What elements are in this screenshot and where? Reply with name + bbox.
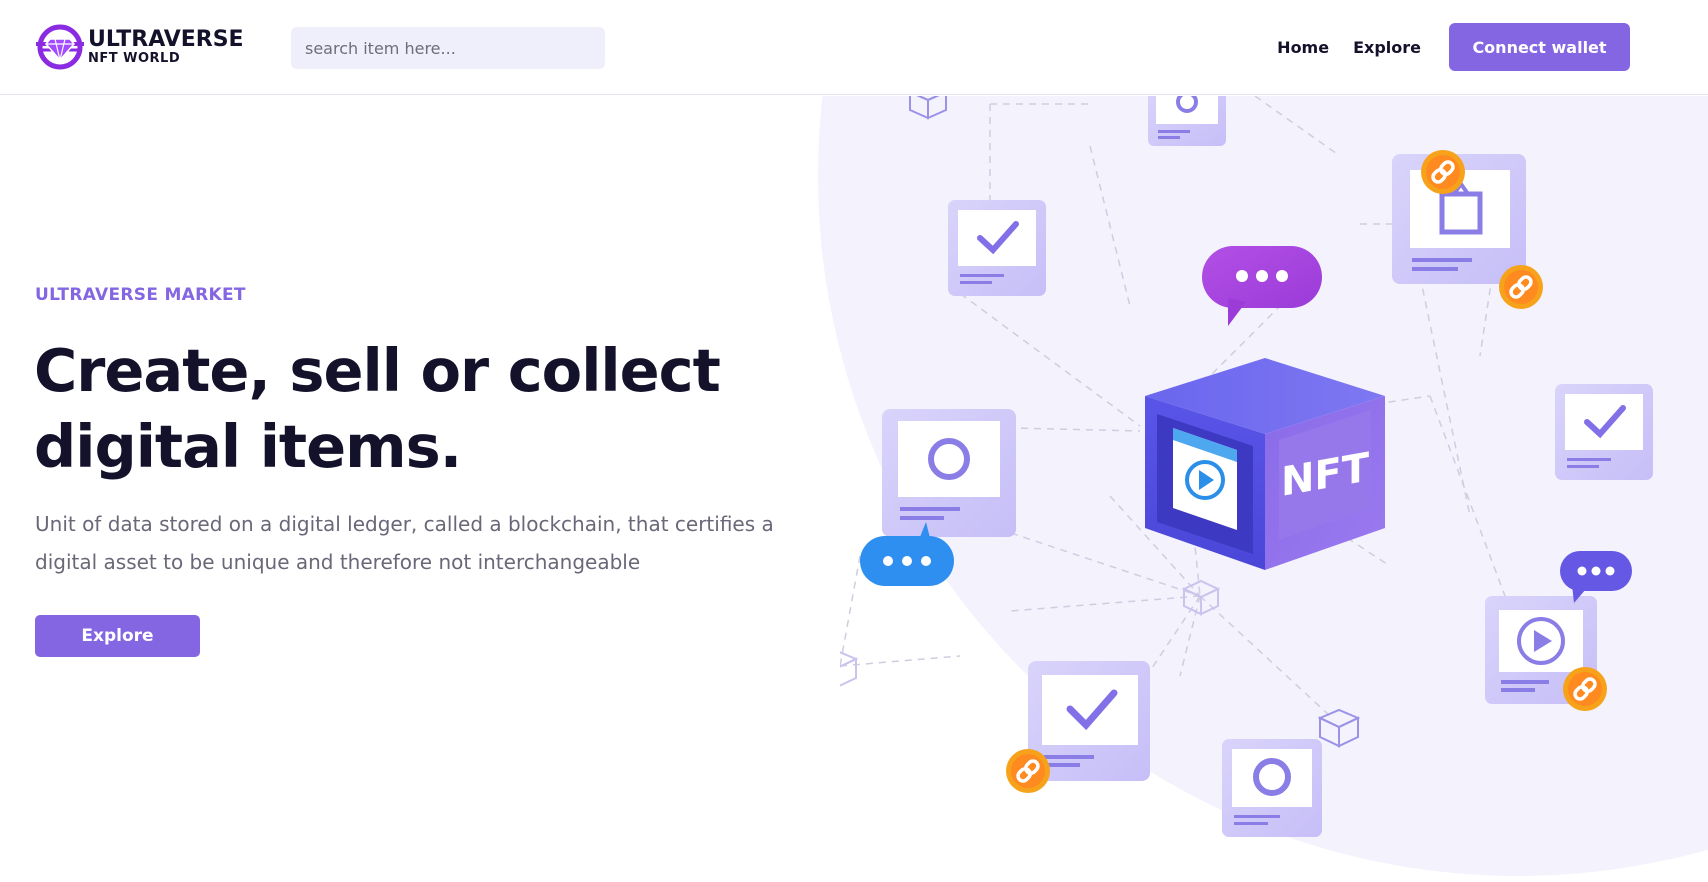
cube-icon: [909, 96, 947, 120]
hero-explore-button[interactable]: Explore: [35, 615, 200, 657]
nav-link-explore[interactable]: Explore: [1353, 38, 1421, 57]
main-nav: Home Explore Connect wallet: [1277, 23, 1630, 71]
image-card-icon: [1222, 739, 1322, 837]
chain-link-icon: [1499, 265, 1543, 309]
nav-link-home[interactable]: Home: [1277, 38, 1329, 57]
top-navbar: ULTRAVERSE NFT WORLD Home Explore Connec…: [0, 0, 1708, 95]
chat-bubble-icon: [1202, 246, 1322, 326]
diamond-logo-icon: [36, 24, 84, 70]
chain-link-icon: [1006, 749, 1050, 793]
brand-logo[interactable]: ULTRAVERSE NFT WORLD: [34, 22, 244, 72]
hero-eyebrow: ULTRAVERSE MARKET: [35, 285, 246, 305]
nft-cube-icon: NFT: [1145, 358, 1385, 570]
nft-network-illustration: NFT: [840, 96, 1653, 837]
check-card-icon: [948, 200, 1046, 296]
check-card-icon: [1555, 384, 1653, 480]
hero-headline: Create, sell or collect digital items.: [34, 336, 721, 481]
chain-link-icon: [1421, 150, 1465, 194]
cube-icon: [1317, 708, 1361, 748]
image-card-icon: [1148, 96, 1226, 146]
cube-icon: [1181, 579, 1221, 616]
chain-link-icon: [1563, 667, 1607, 711]
chat-bubble-icon: [1560, 551, 1632, 603]
connect-wallet-button[interactable]: Connect wallet: [1449, 23, 1630, 71]
search-input[interactable]: [291, 27, 605, 69]
hero-description: Unit of data stored on a digital ledger,…: [35, 512, 774, 574]
image-card-icon: [882, 409, 1016, 537]
cube-icon: [840, 651, 859, 687]
logo-title: ULTRAVERSE: [88, 27, 244, 52]
logo-subtitle: NFT WORLD: [88, 51, 181, 66]
